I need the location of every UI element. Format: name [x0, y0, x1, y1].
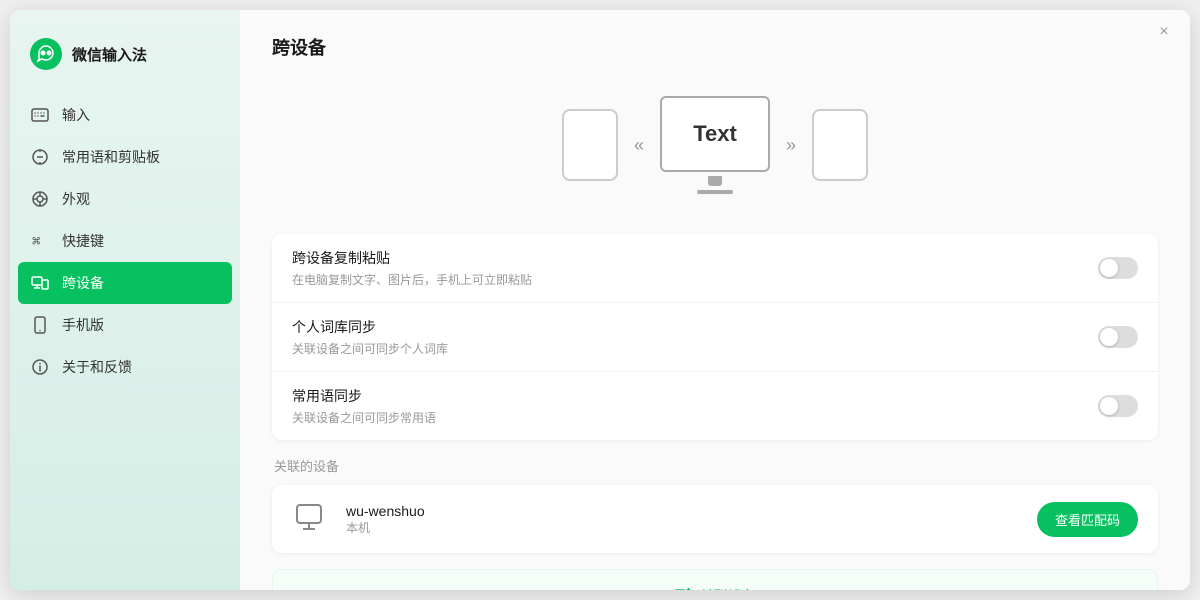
connected-device-card: wu-wenshuo 本机 查看匹配码: [272, 485, 1158, 553]
device-type: 本机: [346, 519, 1023, 536]
cross-device-icon: [30, 273, 50, 293]
appearance-icon: [30, 189, 50, 209]
sidebar-item-label-about: 关于和反馈: [62, 357, 132, 377]
sidebar-item-label-appearance: 外观: [62, 189, 90, 209]
right-phone-device: [812, 109, 868, 181]
page-title: 跨设备: [272, 34, 1158, 60]
link-device-label: 关联设备: [700, 586, 756, 590]
qr-code-button[interactable]: 查看匹配码: [1037, 502, 1138, 537]
sidebar-item-appearance[interactable]: 外观: [18, 178, 232, 220]
setting-row-copy-paste: 跨设备复制粘贴 在电脑复制文字、图片后，手机上可立即粘贴: [272, 234, 1158, 303]
link-device-icon: [674, 587, 692, 590]
sidebar-item-phrases[interactable]: 常用语和剪贴板: [18, 136, 232, 178]
sidebar-item-label-cross-device: 跨设备: [62, 273, 104, 293]
phrases-icon: [30, 147, 50, 167]
center-monitor-device: Text: [660, 96, 770, 194]
app-title: 微信输入法: [72, 44, 147, 65]
about-icon: [30, 357, 50, 377]
setting-row-dict-sync: 个人词库同步 关联设备之间可同步个人词库: [272, 303, 1158, 372]
sidebar: 微信输入法 输入: [10, 10, 240, 590]
sidebar-logo: 微信输入法: [10, 30, 240, 94]
toggle-copy-paste[interactable]: [1098, 257, 1138, 279]
left-arrow: «: [634, 135, 644, 156]
sidebar-item-label-shortcuts: 快捷键: [62, 231, 104, 251]
sidebar-item-mobile[interactable]: 手机版: [18, 304, 232, 346]
left-phone-device: [562, 109, 618, 181]
monitor-stand: [708, 176, 722, 186]
setting-text-dict-sync: 个人词库同步 关联设备之间可同步个人词库: [292, 317, 448, 357]
setting-title-phrases-sync: 常用语同步: [292, 386, 436, 406]
setting-text-phrases-sync: 常用语同步 关联设备之间可同步常用语: [292, 386, 436, 426]
svg-text:⌘: ⌘: [32, 234, 40, 250]
setting-title-copy-paste: 跨设备复制粘贴: [292, 248, 532, 268]
right-arrow: »: [786, 135, 796, 156]
connected-device-icon: [292, 499, 332, 539]
toggle-dict-sync[interactable]: [1098, 326, 1138, 348]
setting-text-copy-paste: 跨设备复制粘贴 在电脑复制文字、图片后，手机上可立即粘贴: [292, 248, 532, 288]
close-button[interactable]: ×: [1154, 22, 1174, 42]
shortcuts-icon: ⌘: [30, 231, 50, 251]
main-content: 跨设备 « Text » 跨设备复制粘贴 在电脑复制文字、图片后，手机上可立即粘…: [240, 10, 1190, 590]
sidebar-item-label-input: 输入: [62, 105, 90, 125]
device-name: wu-wenshuo: [346, 503, 1023, 519]
connected-device-info: wu-wenshuo 本机: [346, 503, 1023, 536]
monitor-screen: Text: [660, 96, 770, 172]
sidebar-item-about[interactable]: 关于和反馈: [18, 346, 232, 388]
app-window: × 微信输入法: [10, 10, 1190, 590]
setting-desc-copy-paste: 在电脑复制文字、图片后，手机上可立即粘贴: [292, 271, 532, 288]
setting-desc-dict-sync: 关联设备之间可同步个人词库: [292, 340, 448, 357]
monitor-base: [697, 190, 733, 194]
mobile-icon: [30, 315, 50, 335]
device-diagram: « Text »: [272, 80, 1158, 210]
setting-title-dict-sync: 个人词库同步: [292, 317, 448, 337]
sidebar-item-shortcuts[interactable]: ⌘ 快捷键: [18, 220, 232, 262]
setting-row-phrases-sync: 常用语同步 关联设备之间可同步常用语: [272, 372, 1158, 440]
toggle-phrases-sync[interactable]: [1098, 395, 1138, 417]
settings-card: 跨设备复制粘贴 在电脑复制文字、图片后，手机上可立即粘贴 个人词库同步 关联设备…: [272, 234, 1158, 440]
setting-desc-phrases-sync: 关联设备之间可同步常用语: [292, 409, 436, 426]
app-logo-icon: [30, 38, 62, 70]
monitor-text: Text: [693, 121, 737, 147]
input-icon: [30, 105, 50, 125]
sidebar-item-label-phrases: 常用语和剪贴板: [62, 147, 160, 167]
sidebar-item-label-mobile: 手机版: [62, 315, 104, 335]
connected-devices-label: 关联的设备: [272, 456, 1158, 475]
sidebar-item-input[interactable]: 输入: [18, 94, 232, 136]
sidebar-item-cross-device[interactable]: 跨设备: [18, 262, 232, 304]
link-device-button[interactable]: 关联设备: [272, 569, 1158, 590]
